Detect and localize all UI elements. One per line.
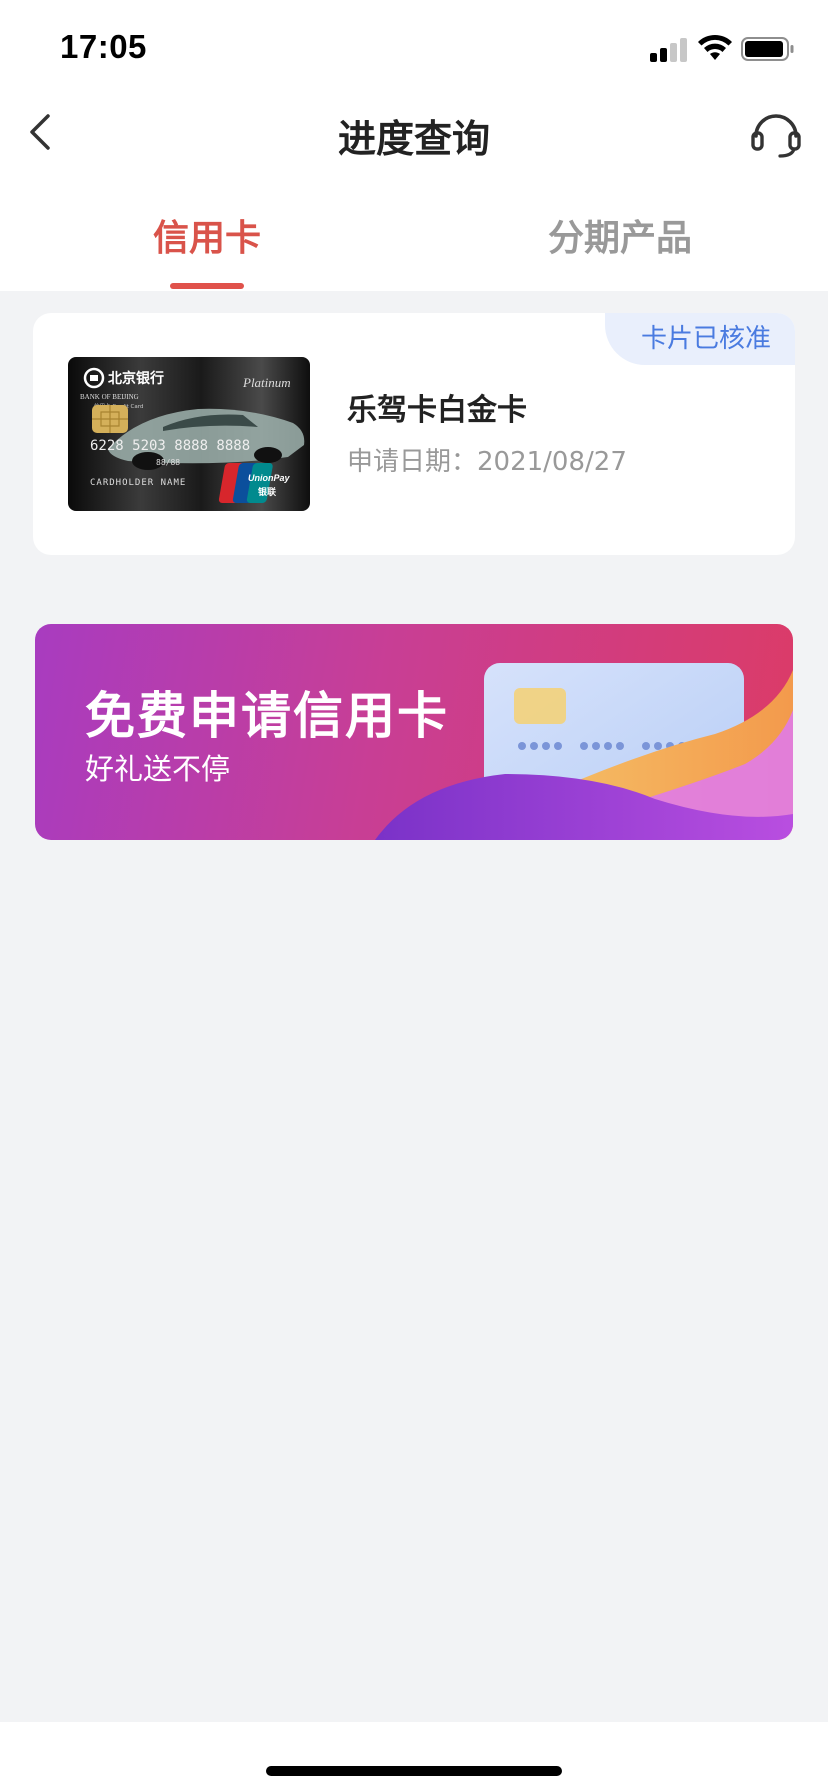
credit-card-image: 北京银行 BANK OF BEIJING 信用卡 Credit Card Pla…: [68, 357, 310, 511]
card-holder-name: CARDHOLDER NAME: [90, 478, 186, 488]
nav-bar: 进度查询: [0, 90, 828, 180]
application-date: 申请日期：2021/08/27: [347, 447, 627, 477]
battery-icon: [741, 37, 794, 61]
tab-credit-card[interactable]: 信用卡: [57, 209, 357, 261]
status-bar: 17:05: [0, 0, 828, 100]
active-tab-indicator: [170, 283, 244, 289]
card-bank-name: 北京银行: [108, 370, 164, 387]
card-valid-thru: 88/88: [156, 458, 180, 467]
apply-credit-card-banner[interactable]: 免费申请信用卡 好礼送不停: [35, 624, 793, 840]
card-number: 6228 5203 8888 8888: [90, 438, 250, 454]
card-product-name: 乐驾卡白金卡: [347, 393, 527, 428]
page-title: 进度查询: [337, 117, 490, 161]
status-time: 17:05: [60, 28, 147, 65]
wifi-icon: [698, 34, 732, 60]
unionpay-cn-text: 银联: [258, 486, 277, 498]
status-badge: 卡片已核准: [605, 313, 795, 365]
home-indicator-area: [0, 1722, 828, 1792]
application-card[interactable]: 卡片已核准 北京银行 BANK OF BEIJING 信用卡 Credit Ca…: [33, 313, 795, 555]
customer-service-icon[interactable]: [748, 104, 804, 160]
banner-title: 免费申请信用卡: [85, 687, 449, 745]
card-bank-name-en: BANK OF BEIJING: [80, 393, 139, 401]
header-area: 17:05 进度查询 信用卡 分期产品: [0, 0, 828, 291]
cellular-signal-icon: [650, 36, 690, 62]
unionpay-logo-icon: UnionPay 银联: [218, 463, 291, 503]
tab-bar: 信用卡 分期产品: [0, 195, 828, 291]
home-indicator-bar[interactable]: [266, 1766, 562, 1776]
card-tier: Platinum: [242, 375, 291, 390]
tab-installment-products[interactable]: 分期产品: [470, 209, 770, 261]
banner-subtitle: 好礼送不停: [85, 752, 231, 786]
unionpay-text: UnionPay: [248, 473, 291, 483]
